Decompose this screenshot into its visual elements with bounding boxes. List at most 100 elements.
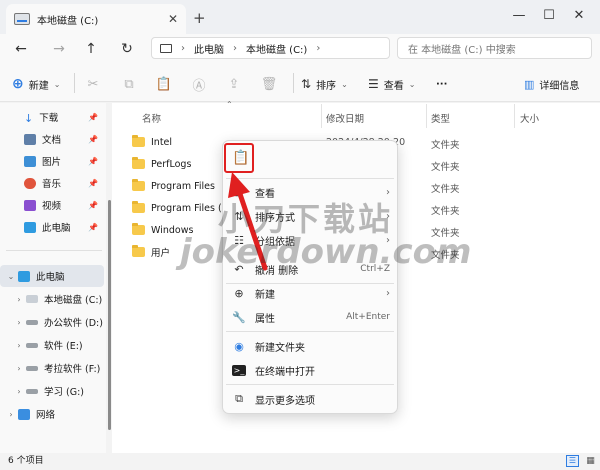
folder-icon (132, 157, 145, 169)
close-window-button[interactable]: ✕ (566, 6, 592, 26)
sidebar-scrollbar[interactable] (108, 200, 111, 430)
details-view-toggle-icon[interactable]: ☰ (566, 455, 579, 467)
file-name: Program Files (151, 180, 215, 192)
refresh-button[interactable]: ↻ (116, 38, 138, 60)
sort-icon: ⇅ (301, 77, 312, 91)
column-header-size[interactable]: 大小 (520, 111, 539, 125)
chevron-down-icon: ⌄ (7, 271, 15, 281)
paste-icon[interactable]: 📋 (154, 74, 174, 94)
sidebar-item-pictures[interactable]: 图片 📌 (0, 150, 104, 172)
tiles-view-toggle-icon[interactable]: ▦ (584, 455, 597, 467)
details-pane-button[interactable]: ▥ 详细信息 (524, 72, 579, 96)
sidebar-item-this-pc[interactable]: ⌄ 此电脑 (0, 265, 104, 287)
column-header-name[interactable]: 名称 (142, 111, 161, 125)
sidebar-item-drive-f[interactable]: › 考拉软件 (F:) (0, 357, 104, 379)
view-button[interactable]: ☰ 查看 ⌄ (368, 72, 415, 96)
view-label: 查看 (383, 80, 404, 92)
sidebar-item-label: 学习 (G:) (44, 387, 84, 398)
details-label: 详细信息 (539, 80, 580, 92)
sidebar-item-downloads[interactable]: ↓ 下载 📌 (0, 106, 104, 128)
folder-icon (132, 135, 145, 147)
column-divider[interactable] (321, 104, 322, 128)
sidebar-item-label: 软件 (E:) (44, 341, 83, 352)
new-button[interactable]: ⊕ 新建 ⌄ (12, 72, 60, 96)
table-row[interactable]: Intel (132, 131, 172, 153)
forward-button[interactable]: → (48, 38, 70, 60)
sidebar-item-music[interactable]: 音乐 📌 (0, 172, 104, 194)
sidebar-item-label: 视频 (42, 201, 62, 212)
sidebar-item-network[interactable]: › 网络 (0, 403, 104, 425)
sidebar-item-videos[interactable]: 视频 📌 (0, 194, 104, 216)
sort-indicator-icon: ⌃ (226, 100, 233, 109)
wrench-icon: 🔧 (232, 310, 246, 324)
file-type: 文件夹 (431, 162, 460, 173)
divider (6, 250, 102, 251)
sidebar-item-this-pc-pinned[interactable]: 此电脑 📌 (0, 216, 104, 238)
sidebar-item-drive-e[interactable]: › 软件 (E:) (0, 334, 104, 356)
column-header-type[interactable]: 类型 (431, 111, 450, 125)
file-name: 用户 (151, 248, 171, 259)
sidebar-item-label: 文档 (42, 135, 62, 146)
file-name: Intel (151, 136, 173, 148)
more-options-button[interactable]: ··· (436, 72, 447, 96)
breadcrumb-this-pc[interactable]: 此电脑 (194, 41, 224, 56)
menu-item-properties[interactable]: 🔧 属性 Alt+Enter (232, 305, 390, 329)
menu-item-open-in-terminal[interactable]: >_ 在终端中打开 (232, 358, 390, 382)
tab-local-disk-c[interactable]: 本地磁盘 (C:) ✕ (6, 4, 186, 34)
file-type: 文件夹 (431, 184, 460, 195)
close-tab-button[interactable]: ✕ (168, 12, 178, 26)
sidebar-item-drive-d[interactable]: › 办公软件 (D:) (0, 311, 104, 333)
address-bar[interactable]: › 此电脑 › 本地磁盘 (C:) › (151, 37, 390, 59)
table-row[interactable]: PerfLogs (132, 153, 191, 175)
sidebar-item-documents[interactable]: 文档 📌 (0, 128, 104, 150)
table-row[interactable]: Program Files (132, 175, 215, 197)
sidebar-item-drive-g[interactable]: › 学习 (G:) (0, 380, 104, 402)
search-input[interactable]: 在 本地磁盘 (C:) 中搜索 (397, 37, 592, 59)
table-row[interactable]: 用户 (132, 241, 170, 263)
computer-icon (160, 43, 172, 53)
documents-icon (24, 133, 36, 145)
back-button[interactable]: ← (10, 38, 32, 60)
terminal-icon: >_ (232, 364, 246, 376)
folder-icon (132, 179, 145, 191)
drive-icon (26, 295, 38, 303)
computer-icon (18, 270, 30, 282)
rename-icon[interactable]: Ⓐ (189, 74, 209, 94)
menu-item-label: 新建文件夹 (255, 342, 305, 354)
sidebar-item-label: 网络 (36, 410, 56, 421)
share-icon[interactable]: ⇪ (224, 74, 244, 94)
menu-item-label: 在终端中打开 (255, 366, 315, 378)
up-button[interactable]: ↑ (80, 38, 102, 60)
chevron-right-icon: › (17, 363, 21, 373)
drive-icon (26, 342, 38, 348)
chevron-down-icon: ⌄ (341, 79, 348, 89)
details-pane-icon: ▥ (524, 77, 535, 91)
view-icon: ☰ (368, 77, 379, 91)
music-icon (24, 177, 36, 189)
minimize-button[interactable]: — (506, 6, 532, 26)
new-tab-button[interactable]: + (193, 9, 206, 27)
sidebar-item-label: 本地磁盘 (C:) (44, 295, 103, 306)
menu-item-label: 新建 (255, 289, 275, 301)
cut-icon[interactable]: ✂ (83, 74, 103, 94)
chevron-right-icon: › (17, 386, 21, 396)
sort-button[interactable]: ⇅ 排序 ⌄ (301, 72, 348, 96)
chevron-down-icon: ⌄ (408, 79, 416, 89)
menu-item-show-more-options[interactable]: ⧉ 显示更多选项 (232, 387, 390, 411)
column-divider[interactable] (426, 104, 427, 128)
pictures-icon (24, 155, 36, 167)
menu-item-label: 属性 (255, 313, 275, 325)
delete-icon[interactable]: 🗑 (259, 74, 279, 94)
sidebar-item-label: 音乐 (42, 179, 62, 190)
videos-icon (24, 199, 36, 211)
column-divider[interactable] (514, 104, 515, 128)
maximize-button[interactable]: ☐ (536, 6, 562, 26)
copy-icon[interactable]: ⧉ (119, 74, 139, 94)
file-type: 文件夹 (431, 140, 460, 151)
column-header-modified[interactable]: 修改日期 (326, 111, 364, 125)
sidebar-item-drive-c[interactable]: › 本地磁盘 (C:) (0, 288, 104, 310)
breadcrumb-local-disk[interactable]: 本地磁盘 (C:) (246, 41, 307, 56)
menu-item-new-folder[interactable]: ◉ 新建文件夹 (232, 334, 390, 358)
pin-icon: 📌 (88, 200, 98, 210)
menu-item-new[interactable]: ⊕ 新建 › (232, 281, 390, 305)
